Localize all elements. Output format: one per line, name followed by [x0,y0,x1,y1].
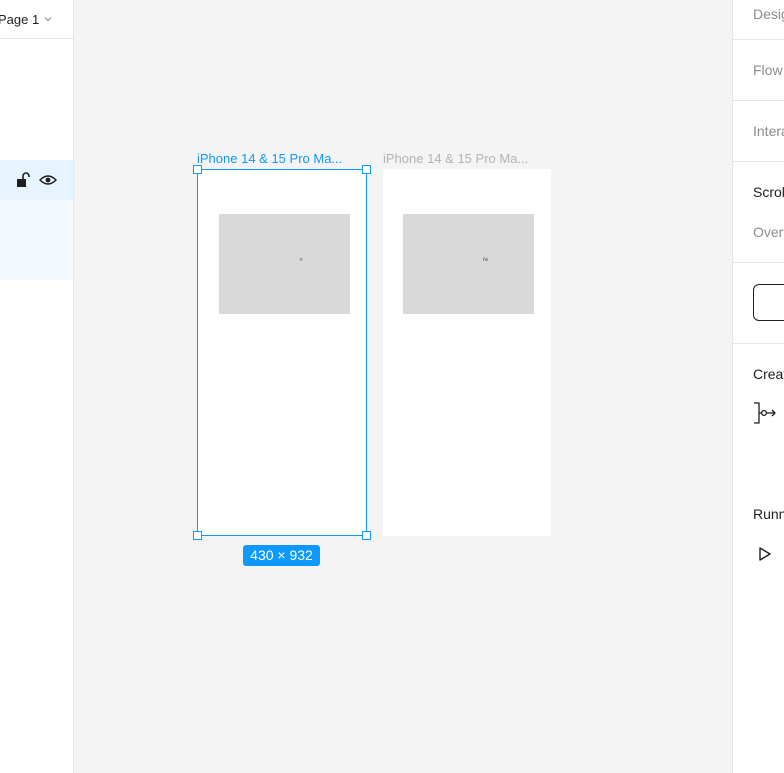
iphone-frame-selected[interactable]: × [197,169,367,536]
resize-handle-bottom-left[interactable] [193,531,202,540]
iphone-frame[interactable]: № [383,169,551,536]
overflow-select[interactable] [753,284,784,321]
flow-section[interactable]: Flow [753,62,783,78]
overflow-label: Overflow [753,224,784,240]
resize-handle-top-left[interactable] [193,165,202,174]
scroll-heading: Scroll [753,184,784,200]
divider [733,39,784,40]
tab-design[interactable]: Design [753,6,784,22]
frame-title-selected[interactable]: iPhone 14 & 15 Pro Ma... [197,151,357,166]
divider [733,343,784,344]
resize-handle-top-right[interactable] [362,165,371,174]
create-heading: Create [753,366,784,382]
image-placeholder[interactable]: × [219,214,350,314]
size-badge: 430 × 932 [243,545,320,566]
flow-start-icon[interactable] [753,402,777,424]
play-icon[interactable] [758,546,772,562]
divider [733,100,784,101]
placeholder-glyph: × [299,257,304,263]
interactions-section[interactable]: Interactions [753,123,784,139]
divider [733,262,784,263]
frame-title[interactable]: iPhone 14 & 15 Pro Ma... [383,151,543,166]
image-placeholder[interactable]: № [403,214,534,314]
divider [733,161,784,162]
running-heading: Running [753,506,784,522]
placeholder-glyph: № [483,257,489,263]
resize-handle-bottom-right[interactable] [362,531,371,540]
canvas[interactable]: iPhone 14 & 15 Pro Ma... iPhone 14 & 15 … [0,0,784,773]
properties-panel: Design Flow Interactions Scroll Overflow… [732,0,784,773]
